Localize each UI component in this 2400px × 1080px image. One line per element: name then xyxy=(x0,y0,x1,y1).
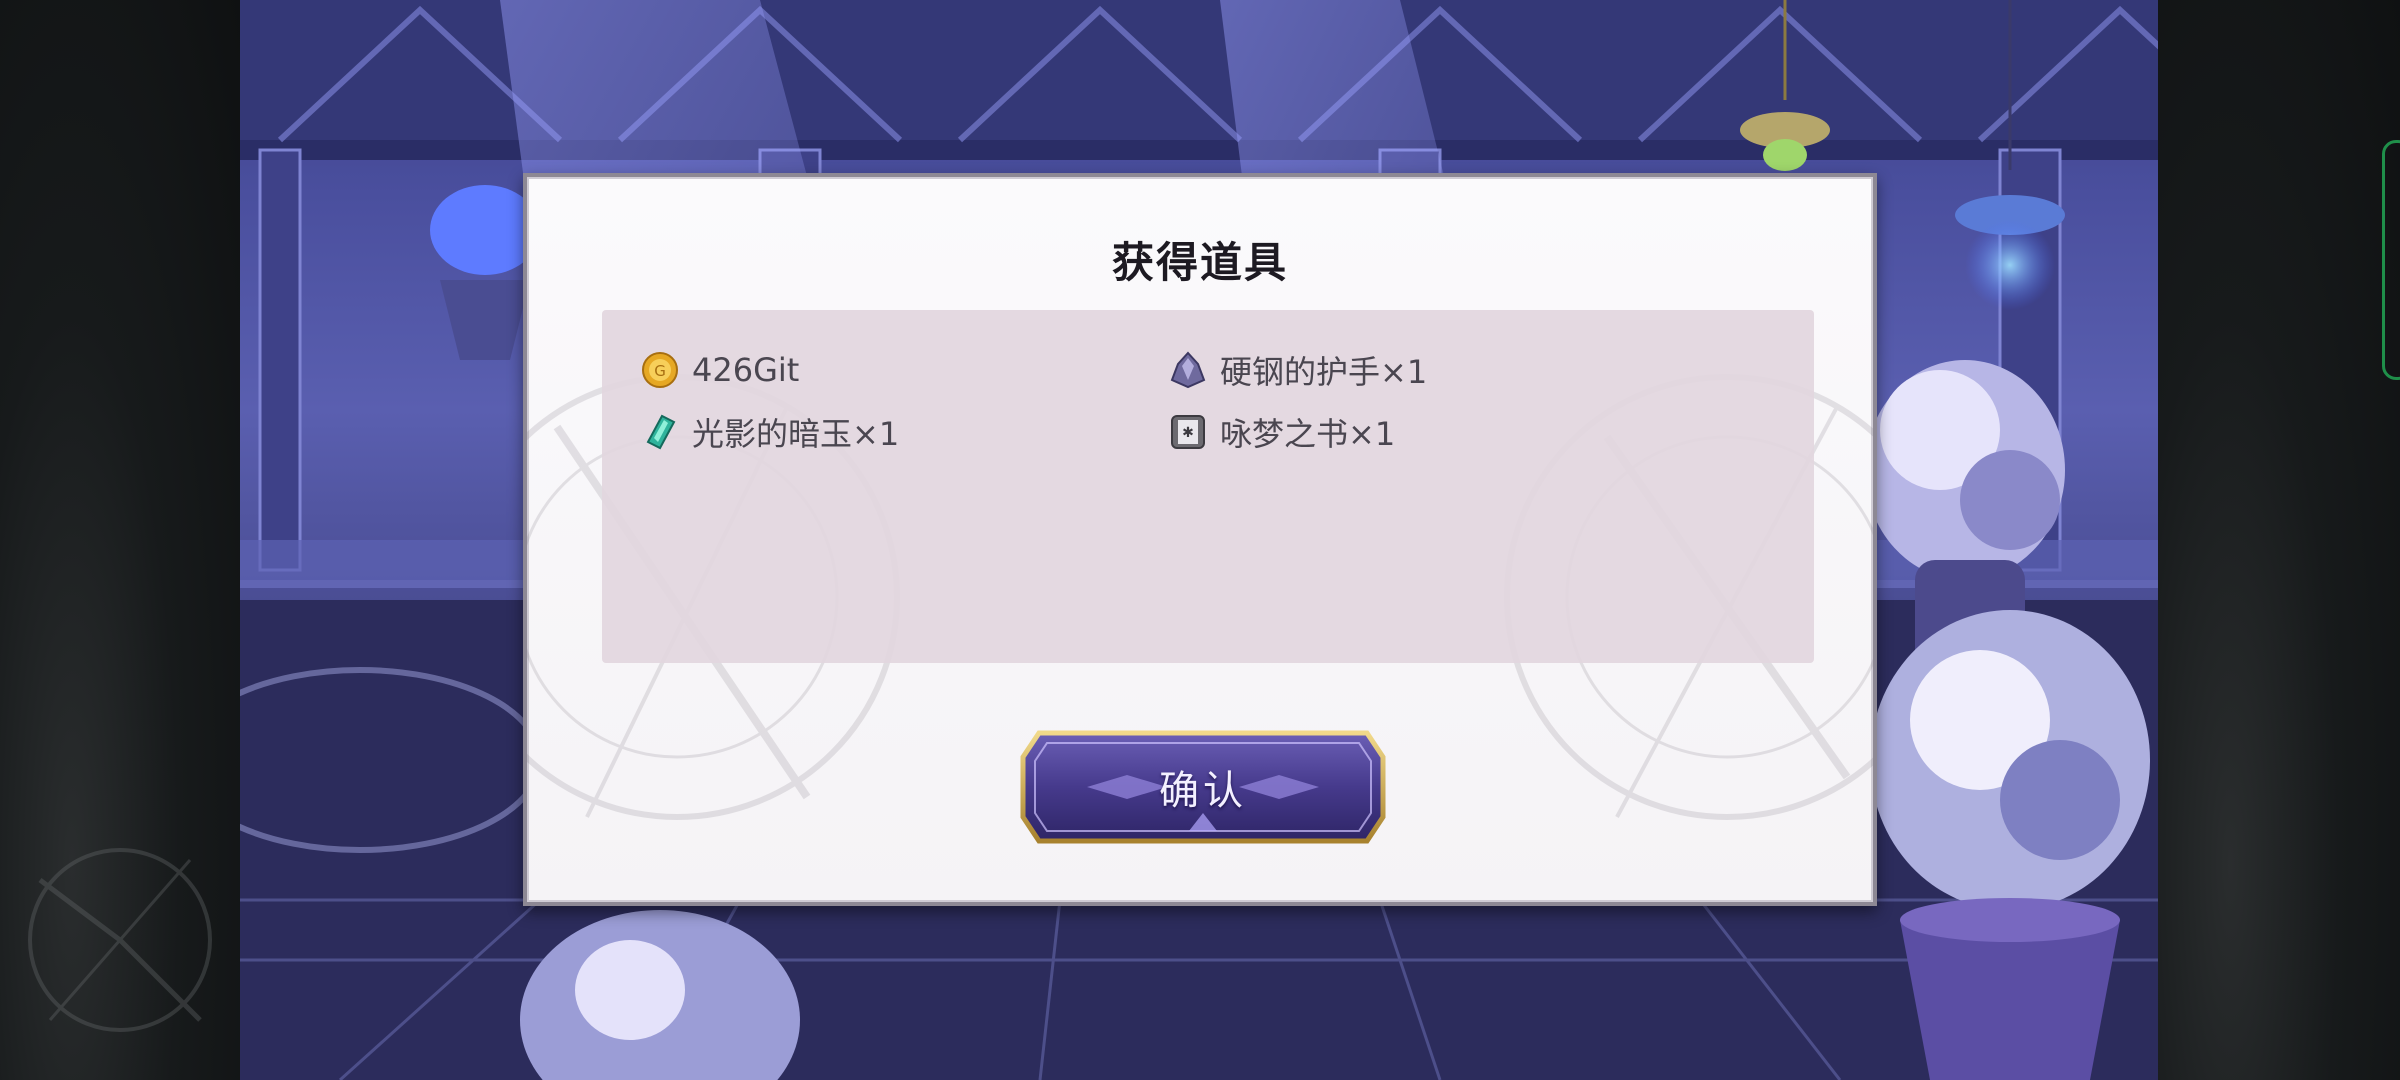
gold-coin-icon: G xyxy=(642,352,678,388)
reward-item-label: 咏梦之书×1 xyxy=(1220,415,1396,453)
confirm-button[interactable]: 确认 xyxy=(1017,727,1389,847)
reward-item-label: 硬钢的护手×1 xyxy=(1220,353,1428,391)
dialog-title: 获得道具 xyxy=(1111,238,1288,287)
reward-item: 硬钢的护手×1 xyxy=(1168,348,1427,392)
crystal-gauntlet-icon xyxy=(1170,351,1206,389)
reward-item: 光影的暗玉×1 xyxy=(640,410,899,454)
reward-items-panel: G 426Git 硬钢的护手×1 光影的暗玉×1 ✱ 咏梦之书×1 xyxy=(602,310,1814,663)
reward-item: ✱ 咏梦之书×1 xyxy=(1168,410,1395,454)
reward-item-label: 光影的暗玉×1 xyxy=(692,415,900,453)
reward-item: G 426Git xyxy=(640,348,799,392)
svg-text:✱: ✱ xyxy=(1182,425,1194,441)
side-edge-tab[interactable] xyxy=(2382,140,2400,380)
item-reward-dialog: 获得道具 G 426Git 硬钢的护手×1 光影的暗玉×1 ✱ 咏梦之书×1 确… xyxy=(523,173,1877,906)
book-icon: ✱ xyxy=(1171,415,1205,449)
reward-item-label: 426Git xyxy=(692,351,800,389)
left-side-panel xyxy=(0,0,240,1080)
svg-text:G: G xyxy=(654,362,666,380)
clock-ornament-icon xyxy=(28,848,212,1032)
green-gem-icon xyxy=(646,414,676,450)
confirm-button-label: 确认 xyxy=(1159,768,1247,814)
right-side-panel xyxy=(2158,0,2400,1080)
